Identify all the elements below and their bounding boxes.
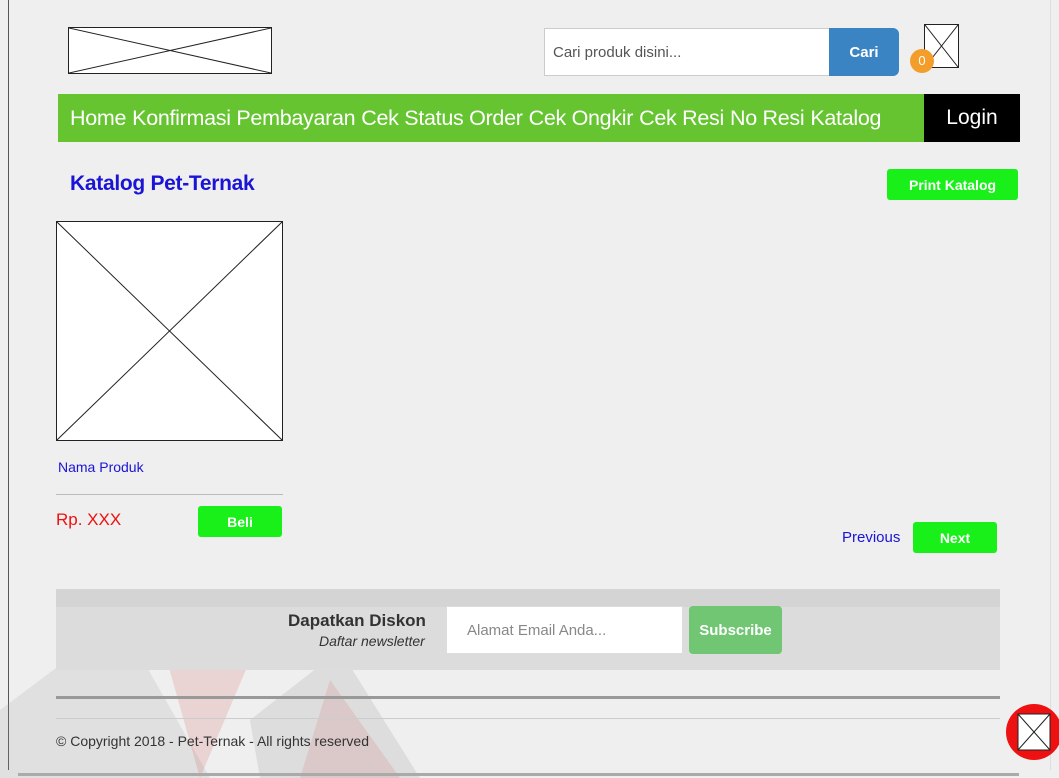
newsletter-email-input[interactable]	[446, 606, 683, 654]
main-nav: Home Konfirmasi Pembayaran Cek Status Or…	[58, 94, 924, 142]
newsletter-subtitle: Daftar newsletter	[319, 633, 425, 649]
previous-page-link[interactable]: Previous	[842, 529, 900, 546]
page-title: Katalog Pet-Ternak	[70, 172, 255, 195]
product-name[interactable]: Nama Produk	[58, 459, 144, 475]
nav-item-no-resi[interactable]: No Resi	[730, 106, 805, 131]
footer-divider-thin	[56, 718, 1000, 719]
product-image[interactable]	[56, 221, 283, 441]
floating-image-button[interactable]	[1004, 697, 1059, 767]
nav-item-cek-resi[interactable]: Cek Resi	[639, 106, 724, 131]
product-divider	[56, 494, 283, 495]
product-price: Rp. XXX	[56, 510, 122, 529]
buy-button[interactable]: Beli	[198, 506, 282, 537]
subscribe-button[interactable]: Subscribe	[689, 606, 782, 654]
print-katalog-button[interactable]: Print Katalog	[887, 169, 1018, 200]
login-button[interactable]: Login	[924, 94, 1020, 142]
logo-placeholder[interactable]	[68, 27, 272, 74]
nav-item-cek-ongkir[interactable]: Cek Ongkir	[529, 106, 634, 131]
bottom-border	[18, 773, 1019, 776]
newsletter-title: Dapatkan Diskon	[288, 611, 426, 630]
next-page-button[interactable]: Next	[913, 522, 997, 553]
search-input[interactable]	[544, 28, 830, 76]
nav-item-konfirmasi-pembayaran[interactable]: Konfirmasi Pembayaran	[132, 106, 355, 131]
footer-divider	[56, 696, 1000, 699]
nav-item-cek-status-order[interactable]: Cek Status Order	[361, 106, 523, 131]
search-button[interactable]: Cari	[829, 28, 899, 76]
nav-item-katalog[interactable]: Katalog	[810, 106, 881, 131]
nav-item-home[interactable]: Home	[70, 106, 126, 131]
cart-count-badge: 0	[910, 49, 934, 73]
copyright-text: © Copyright 2018 - Pet-Ternak - All righ…	[56, 733, 370, 749]
